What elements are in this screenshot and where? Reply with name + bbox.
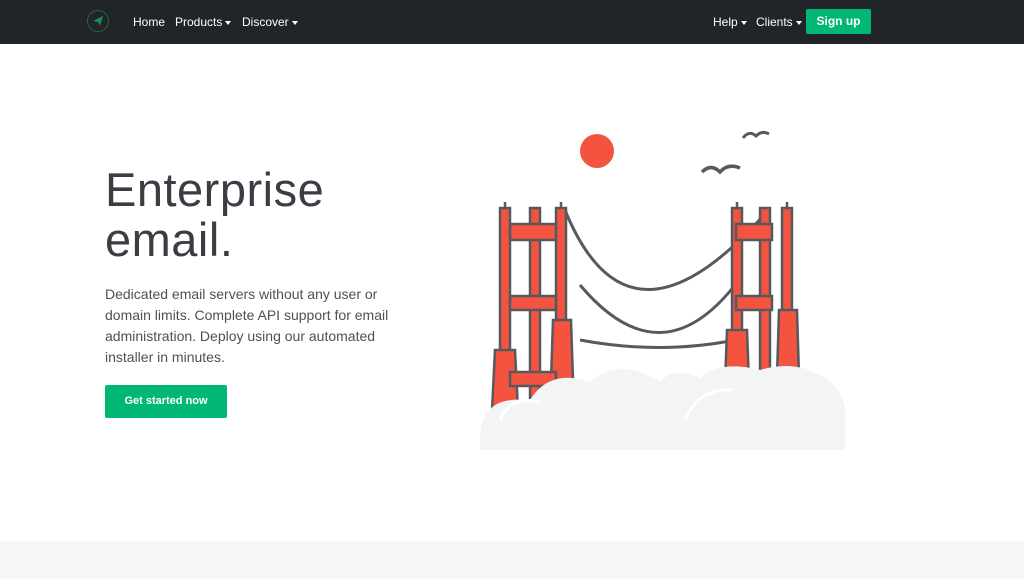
caret-down-icon bbox=[225, 20, 232, 25]
nav-clients-dropdown[interactable]: Clients bbox=[756, 14, 802, 30]
paper-plane-icon bbox=[93, 16, 103, 26]
sign-up-button[interactable]: Sign up bbox=[806, 9, 871, 34]
nav-discover-label: Discover bbox=[242, 15, 289, 29]
get-started-button[interactable]: Get started now bbox=[105, 385, 227, 418]
top-navbar: Home Products Discover Help Clients Sign… bbox=[0, 0, 1024, 44]
nav-home-label: Home bbox=[133, 15, 166, 29]
caret-down-icon bbox=[291, 20, 298, 25]
bridge-illustration bbox=[480, 130, 846, 450]
nav-discover-dropdown[interactable]: Discover bbox=[242, 14, 298, 30]
logo-paper-plane-icon[interactable] bbox=[87, 10, 109, 32]
nav-products-label: Products bbox=[175, 15, 223, 29]
caret-down-icon bbox=[795, 20, 802, 25]
nav-help-label: Help bbox=[713, 15, 738, 29]
hero-title: Enterprise email. bbox=[105, 165, 324, 265]
hero-title-line1: Enterprise bbox=[105, 163, 325, 216]
bird-icon bbox=[700, 164, 741, 175]
nav-help-dropdown[interactable]: Help bbox=[713, 14, 747, 30]
caret-down-icon bbox=[740, 20, 747, 25]
nav-clients-label: Clients bbox=[756, 15, 793, 29]
bird-icon bbox=[741, 130, 770, 139]
bridge-deck bbox=[579, 338, 736, 349]
nav-products-dropdown[interactable]: Products bbox=[175, 14, 232, 30]
hero-title-line2: email. bbox=[105, 213, 234, 266]
nav-home[interactable]: Home bbox=[133, 14, 165, 30]
hero-description: Dedicated email servers without any user… bbox=[105, 286, 389, 365]
next-section-band bbox=[0, 541, 1024, 579]
sun-icon bbox=[580, 134, 614, 168]
